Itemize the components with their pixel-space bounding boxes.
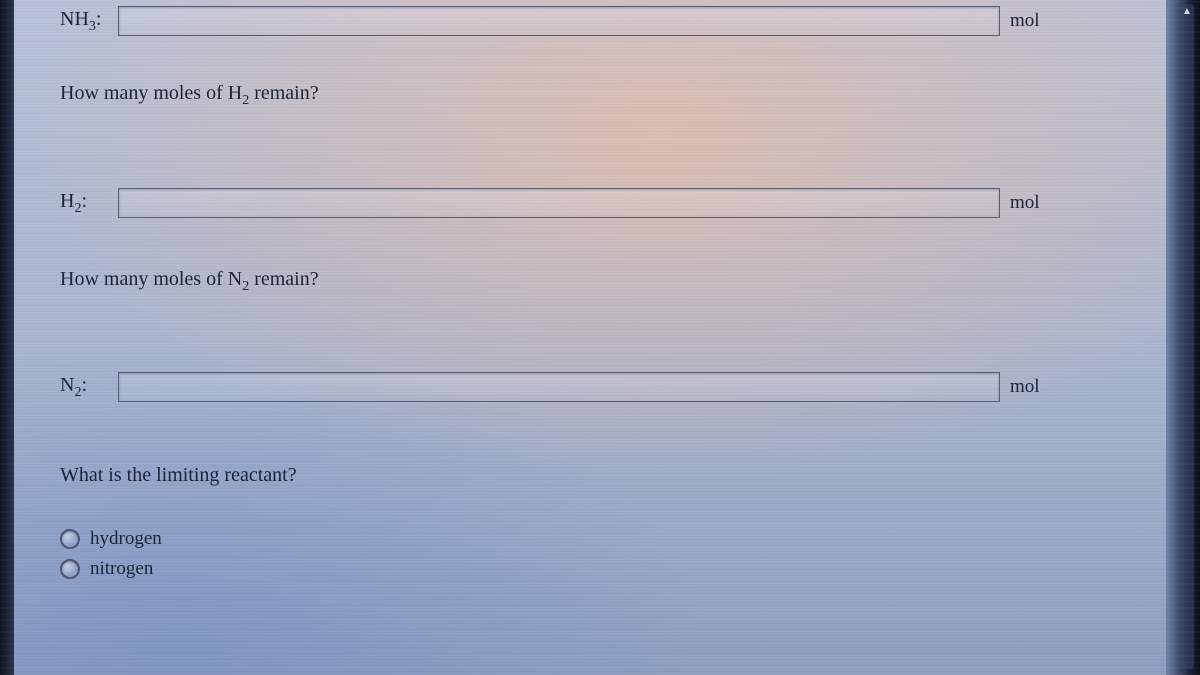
worksheet-page: ▲ NH3: mol How many moles of H2 remain? … bbox=[0, 0, 1200, 675]
radio-icon[interactable] bbox=[60, 529, 80, 549]
scrollbar-track[interactable] bbox=[1180, 4, 1194, 669]
scroll-up-icon[interactable]: ▲ bbox=[1180, 4, 1194, 18]
h2-input[interactable] bbox=[118, 188, 1000, 218]
question-limiting: What is the limiting reactant? bbox=[60, 464, 1080, 487]
limiting-options: hydrogen nitrogen bbox=[60, 520, 1080, 580]
nh3-row: NH3: mol bbox=[60, 6, 1080, 36]
question-n2-remain: How many moles of N2 remain? bbox=[60, 268, 1080, 295]
n2-input[interactable] bbox=[118, 372, 1000, 402]
n2-label: N2: bbox=[60, 374, 108, 401]
nh3-label-base: NH bbox=[60, 8, 89, 30]
n2-unit: mol bbox=[1010, 376, 1070, 398]
n2-label-base: N bbox=[60, 374, 74, 396]
screen-edge-left bbox=[0, 0, 14, 675]
question-n2-text: How many moles of N2 remain? bbox=[60, 268, 1080, 295]
option-hydrogen-label: hydrogen bbox=[90, 528, 162, 550]
n2-label-sub: 2 bbox=[74, 385, 81, 400]
radio-icon[interactable] bbox=[60, 559, 80, 579]
question-h2-text: How many moles of H2 remain? bbox=[60, 82, 1080, 109]
h2-row: H2: mol bbox=[60, 188, 1080, 218]
h2-label-base: H bbox=[60, 190, 74, 212]
nh3-label: NH3: bbox=[60, 8, 108, 35]
option-hydrogen-row[interactable]: hydrogen bbox=[60, 528, 1080, 550]
n2-row: N2: mol bbox=[60, 372, 1080, 402]
nh3-input[interactable] bbox=[118, 6, 1000, 36]
question-limiting-text: What is the limiting reactant? bbox=[60, 464, 1080, 487]
h2-label-sub: 2 bbox=[74, 201, 81, 216]
question-h2-remain: How many moles of H2 remain? bbox=[60, 82, 1080, 109]
h2-label: H2: bbox=[60, 190, 108, 217]
h2-unit: mol bbox=[1010, 192, 1070, 214]
nh3-label-sub: 3 bbox=[89, 19, 96, 34]
option-nitrogen-row[interactable]: nitrogen bbox=[60, 558, 1080, 580]
nh3-unit: mol bbox=[1010, 10, 1070, 32]
option-nitrogen-label: nitrogen bbox=[90, 558, 153, 580]
